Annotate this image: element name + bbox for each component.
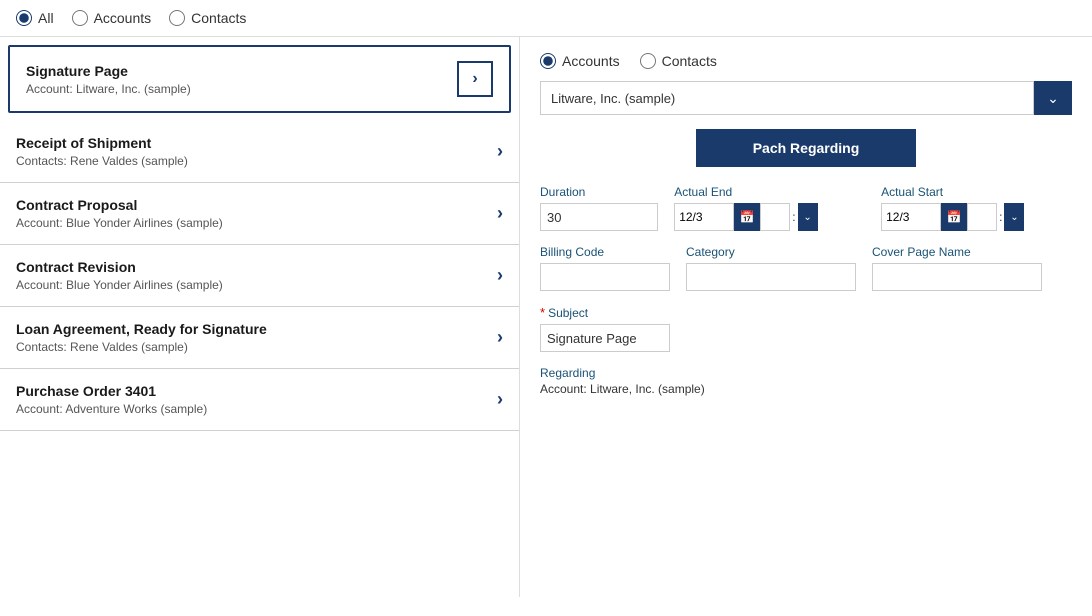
main-content: Signature Page Account: Litware, Inc. (s… bbox=[0, 37, 1092, 597]
top-bar: All Accounts Contacts bbox=[0, 0, 1092, 37]
form-row-3: *Subject bbox=[540, 305, 1072, 352]
left-panel: Signature Page Account: Litware, Inc. (s… bbox=[0, 37, 520, 597]
regarding-label: Regarding bbox=[540, 366, 1072, 380]
list-item-chevron-btn[interactable]: › bbox=[457, 61, 493, 97]
list-item-text: Purchase Order 3401 Account: Adventure W… bbox=[16, 383, 497, 416]
list-item-text: Contract Proposal Account: Blue Yonder A… bbox=[16, 197, 497, 230]
right-radio-accounts[interactable]: Accounts bbox=[540, 53, 620, 69]
right-radio-accounts-label: Accounts bbox=[562, 53, 620, 69]
duration-label: Duration bbox=[540, 185, 658, 199]
list-item-title: Receipt of Shipment bbox=[16, 135, 497, 151]
list-item-sub: Account: Blue Yonder Airlines (sample) bbox=[16, 216, 497, 230]
actual-end-date-input[interactable] bbox=[674, 203, 734, 231]
category-input[interactable] bbox=[686, 263, 856, 291]
dropdown-open-btn[interactable]: ⌄ bbox=[1034, 81, 1072, 115]
billing-code-group: Billing Code bbox=[540, 245, 670, 291]
right-panel: Accounts Contacts Litware, Inc. (sample)… bbox=[520, 37, 1092, 597]
actual-start-date-input[interactable] bbox=[881, 203, 941, 231]
list-item[interactable]: Signature Page Account: Litware, Inc. (s… bbox=[8, 45, 511, 113]
billing-code-input[interactable] bbox=[540, 263, 670, 291]
list-item-sub: Contacts: Rene Valdes (sample) bbox=[16, 154, 497, 168]
subject-input[interactable] bbox=[540, 324, 670, 352]
list-item-title: Purchase Order 3401 bbox=[16, 383, 497, 399]
list-item-title: Contract Proposal bbox=[16, 197, 497, 213]
list-item-sub: Account: Litware, Inc. (sample) bbox=[26, 82, 457, 96]
actual-start-calendar-btn[interactable]: 📅 bbox=[941, 203, 967, 231]
actual-end-time-btn[interactable]: ⌄ bbox=[798, 203, 818, 231]
right-radio-contacts-label: Contacts bbox=[662, 53, 717, 69]
radio-all[interactable]: All bbox=[16, 10, 54, 26]
actual-end-group: Actual End 📅 : ⌄ bbox=[674, 185, 865, 231]
category-label: Category bbox=[686, 245, 856, 259]
regarding-section: Regarding Account: Litware, Inc. (sample… bbox=[540, 366, 1072, 396]
radio-accounts[interactable]: Accounts bbox=[72, 10, 152, 26]
cover-page-name-input[interactable] bbox=[872, 263, 1042, 291]
duration-input[interactable] bbox=[540, 203, 658, 231]
list-item-sub: Contacts: Rene Valdes (sample) bbox=[16, 340, 497, 354]
radio-contacts-label: Contacts bbox=[191, 10, 246, 26]
actual-start-hour-input[interactable] bbox=[967, 203, 997, 231]
actual-start-time-btn[interactable]: ⌄ bbox=[1004, 203, 1024, 231]
list-item-chevron: › bbox=[497, 141, 503, 162]
account-dropdown[interactable]: Litware, Inc. (sample) bbox=[540, 81, 1034, 115]
list-item-chevron: › bbox=[497, 389, 503, 410]
list-item-title: Signature Page bbox=[26, 63, 457, 79]
cover-page-name-label: Cover Page Name bbox=[872, 245, 1042, 259]
radio-all-input[interactable] bbox=[16, 10, 32, 26]
patch-regarding-btn[interactable]: Pach Regarding bbox=[696, 129, 916, 167]
list-item-text: Contract Revision Account: Blue Yonder A… bbox=[16, 259, 497, 292]
list-item-text: Signature Page Account: Litware, Inc. (s… bbox=[26, 63, 457, 96]
list-item[interactable]: Loan Agreement, Ready for Signature Cont… bbox=[0, 307, 519, 369]
list-item[interactable]: Purchase Order 3401 Account: Adventure W… bbox=[0, 369, 519, 431]
regarding-value: Account: Litware, Inc. (sample) bbox=[540, 382, 1072, 396]
list-item-title: Loan Agreement, Ready for Signature bbox=[16, 321, 497, 337]
actual-end-label: Actual End bbox=[674, 185, 865, 199]
list-item-chevron: › bbox=[497, 327, 503, 348]
actual-end-calendar-btn[interactable]: 📅 bbox=[734, 203, 760, 231]
right-radio-group: Accounts Contacts bbox=[540, 53, 1072, 69]
right-radio-accounts-input[interactable] bbox=[540, 53, 556, 69]
subject-label: Subject bbox=[548, 306, 588, 320]
billing-code-label: Billing Code bbox=[540, 245, 670, 259]
actual-start-date-field: 📅 : ⌄ bbox=[881, 203, 1072, 231]
list-item-sub: Account: Blue Yonder Airlines (sample) bbox=[16, 278, 497, 292]
list-item-text: Receipt of Shipment Contacts: Rene Valde… bbox=[16, 135, 497, 168]
radio-contacts-input[interactable] bbox=[169, 10, 185, 26]
list-item[interactable]: Contract Proposal Account: Blue Yonder A… bbox=[0, 183, 519, 245]
list-item-chevron: › bbox=[497, 265, 503, 286]
form-row-2: Billing Code Category Cover Page Name bbox=[540, 245, 1072, 291]
list-item-chevron: › bbox=[497, 203, 503, 224]
required-star: * bbox=[540, 305, 545, 320]
list-item-title: Contract Revision bbox=[16, 259, 497, 275]
list-item[interactable]: Contract Revision Account: Blue Yonder A… bbox=[0, 245, 519, 307]
right-radio-contacts[interactable]: Contacts bbox=[640, 53, 717, 69]
list-item-sub: Account: Adventure Works (sample) bbox=[16, 402, 497, 416]
actual-start-label: Actual Start bbox=[881, 185, 1072, 199]
radio-contacts[interactable]: Contacts bbox=[169, 10, 246, 26]
radio-accounts-input[interactable] bbox=[72, 10, 88, 26]
list-item[interactable]: Receipt of Shipment Contacts: Rene Valde… bbox=[0, 121, 519, 183]
time-separator: : bbox=[790, 203, 797, 231]
duration-group: Duration bbox=[540, 185, 658, 231]
list-item-text: Loan Agreement, Ready for Signature Cont… bbox=[16, 321, 497, 354]
category-group: Category bbox=[686, 245, 856, 291]
time-separator2: : bbox=[997, 203, 1004, 231]
actual-start-group: Actual Start 📅 : ⌄ bbox=[881, 185, 1072, 231]
cover-page-name-group: Cover Page Name bbox=[872, 245, 1042, 291]
form-row-1: Duration Actual End 📅 : ⌄ Actual Start 📅 bbox=[540, 185, 1072, 231]
right-radio-contacts-input[interactable] bbox=[640, 53, 656, 69]
radio-all-label: All bbox=[38, 10, 54, 26]
subject-group: *Subject bbox=[540, 305, 670, 352]
actual-end-date-field: 📅 : ⌄ bbox=[674, 203, 865, 231]
account-dropdown-row: Litware, Inc. (sample) ⌄ bbox=[540, 81, 1072, 115]
filter-radio-group: All Accounts Contacts bbox=[16, 10, 246, 26]
radio-accounts-label: Accounts bbox=[94, 10, 152, 26]
actual-end-hour-input[interactable] bbox=[760, 203, 790, 231]
